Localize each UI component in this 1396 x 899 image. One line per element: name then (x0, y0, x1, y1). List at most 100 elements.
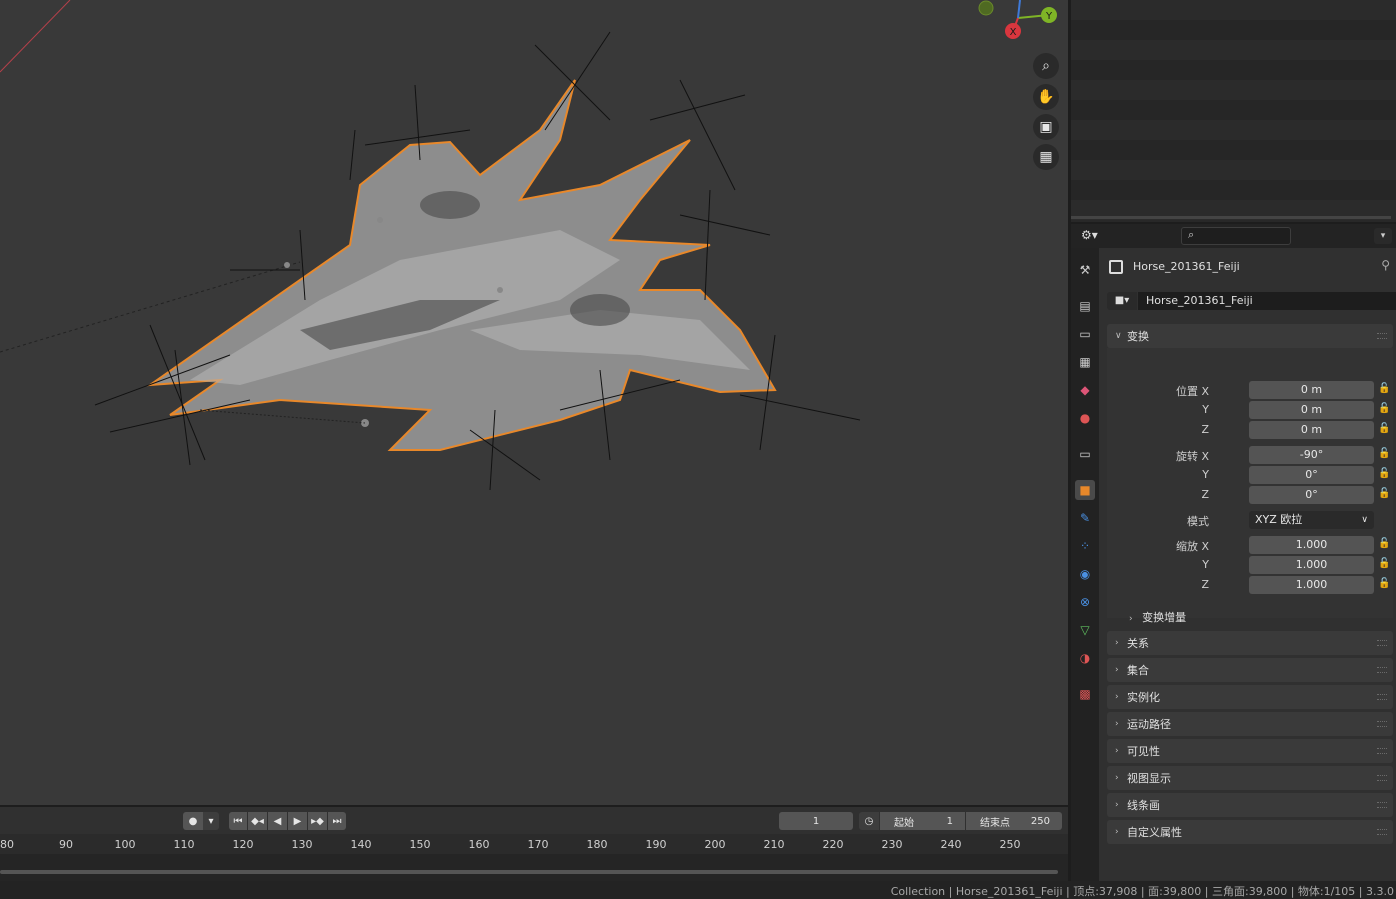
3d-viewport[interactable]: Y X ⌕ ✋ ▣ ▦ (0, 0, 1068, 805)
rotation-mode-label: 模式 (1187, 515, 1209, 528)
gizmo-y-label: Y (1045, 11, 1053, 22)
lock-icon[interactable]: 🔓 (1378, 538, 1392, 552)
stopwatch-icon[interactable]: ◷ (859, 812, 879, 830)
drag-grip-icon[interactable] (1377, 667, 1387, 673)
rotation-z-field[interactable]: 0° (1249, 486, 1374, 504)
scale-x-field[interactable]: 1.000 (1249, 536, 1374, 554)
zoom-in-icon[interactable]: ⌕ (1033, 53, 1059, 79)
current-frame-field[interactable]: 1 (779, 812, 853, 830)
modifier-tab-icon[interactable]: ✎ (1075, 508, 1095, 528)
drag-grip-icon[interactable] (1377, 829, 1387, 835)
output-tab-icon[interactable]: ▭ (1075, 324, 1095, 344)
lock-icon[interactable]: 🔓 (1378, 448, 1392, 462)
drag-grip-icon[interactable] (1377, 775, 1387, 781)
tick-label: 140 (350, 838, 372, 851)
tick-label: 80 (0, 838, 14, 851)
outliner[interactable] (1071, 0, 1396, 222)
collection-tab-icon[interactable]: ▭ (1075, 444, 1095, 464)
chevron-right-icon: › (1115, 719, 1119, 729)
panel-viewport-display[interactable]: › 视图显示 (1107, 766, 1393, 790)
panel-visibility[interactable]: › 可见性 (1107, 739, 1393, 763)
rotation-x-field[interactable]: -90° (1249, 446, 1374, 464)
drag-grip-icon[interactable] (1377, 748, 1387, 754)
tick-label: 130 (291, 838, 313, 851)
play-reverse-icon[interactable]: ◀ (268, 812, 287, 830)
timeline[interactable]: ● ▾ ⏮ ◆◂ ◀ ▶ ▸◆ ⏭ 1 ◷ 起始 1 结束点 250 80 90… (0, 807, 1068, 881)
chevron-down-icon: ∨ (1115, 331, 1122, 341)
location-z-field[interactable]: 0 m (1249, 421, 1374, 439)
particles-tab-icon[interactable]: ⁘ (1075, 536, 1095, 556)
chevron-right-icon: › (1115, 827, 1119, 837)
drag-grip-icon[interactable] (1377, 802, 1387, 808)
transform-panel-header[interactable]: ∨ 变换 (1107, 324, 1393, 348)
search-input[interactable]: ⌕ (1181, 227, 1291, 245)
drag-grip-icon[interactable] (1377, 640, 1387, 646)
material-tab-icon[interactable]: ◑ (1075, 648, 1095, 668)
lock-icon[interactable]: 🔓 (1378, 383, 1392, 397)
chevron-down-icon[interactable]: ▾ (1374, 228, 1392, 244)
object-icon (1109, 260, 1123, 274)
rotation-mode-select[interactable]: XYZ 欧拉 ∨ (1249, 511, 1374, 529)
navigation-gizmo[interactable]: Y X (970, 0, 1060, 50)
render-tab-icon[interactable]: ▤ (1075, 296, 1095, 316)
panel-relations[interactable]: › 关系 (1107, 631, 1393, 655)
next-keyframe-icon[interactable]: ▸◆ (308, 812, 327, 830)
drag-grip-icon[interactable] (1377, 694, 1387, 700)
location-y-field[interactable]: 0 m (1249, 401, 1374, 419)
drag-grip-icon[interactable] (1377, 721, 1387, 727)
object-name: Horse_201361_Feiji (1133, 260, 1240, 273)
location-x-field[interactable]: 0 m (1249, 381, 1374, 399)
drag-grip-icon[interactable] (1377, 333, 1387, 339)
scale-z-label: Z (1201, 578, 1209, 591)
data-tab-icon[interactable]: ▽ (1075, 620, 1095, 640)
chevron-right-icon: › (1115, 665, 1119, 675)
lock-icon[interactable]: 🔓 (1378, 423, 1392, 437)
scale-z-field[interactable]: 1.000 (1249, 576, 1374, 594)
panel-motion-paths[interactable]: › 运动路径 (1107, 712, 1393, 736)
record-icon[interactable]: ● (183, 812, 203, 830)
object-browse-icon[interactable]: ■▾ (1107, 292, 1137, 310)
tool-tab-icon[interactable]: ⚒ (1075, 260, 1095, 280)
start-frame-field[interactable]: 起始 1 (880, 812, 965, 830)
prev-keyframe-icon[interactable]: ◆◂ (248, 812, 267, 830)
tick-label: 250 (999, 838, 1021, 851)
scale-y-field[interactable]: 1.000 (1249, 556, 1374, 574)
object-name-field[interactable]: Horse_201361_Feiji (1138, 292, 1396, 310)
delta-transform-subpanel[interactable]: › 变换增量 (1129, 609, 1186, 625)
lock-icon[interactable]: 🔓 (1378, 558, 1392, 572)
editor-type-icon[interactable]: ⚙▾ (1081, 228, 1111, 244)
panel-line-art[interactable]: › 线条画 (1107, 793, 1393, 817)
lock-icon[interactable]: 🔓 (1378, 403, 1392, 417)
grid-view-icon[interactable]: ▦ (1033, 144, 1059, 170)
panel-custom-properties[interactable]: › 自定义属性 (1107, 820, 1393, 844)
scale-x-label: 缩放 X (1175, 540, 1209, 553)
camera-icon[interactable]: ▣ (1033, 114, 1059, 140)
lock-icon[interactable]: 🔓 (1378, 578, 1392, 592)
jump-end-icon[interactable]: ⏭ (328, 812, 346, 830)
chevron-right-icon: › (1115, 773, 1119, 783)
location-z-label: Z (1201, 423, 1209, 436)
end-frame-field[interactable]: 结束点 250 (966, 812, 1062, 830)
play-icon[interactable]: ▶ (288, 812, 307, 830)
panel-collections[interactable]: › 集合 (1107, 658, 1393, 682)
scene-tab-icon[interactable]: ◆ (1075, 380, 1095, 400)
texture-tab-icon[interactable]: ▩ (1075, 684, 1095, 704)
view-layer-tab-icon[interactable]: ▦ (1075, 352, 1095, 372)
timeline-ruler[interactable]: 80 90 100 110 120 130 140 150 160 170 18… (0, 834, 1068, 854)
object-tab-icon[interactable]: ■ (1075, 480, 1095, 500)
jump-start-icon[interactable]: ⏮ (229, 812, 247, 830)
outliner-scrollbar[interactable] (1071, 216, 1391, 219)
rotation-y-field[interactable]: 0° (1249, 466, 1374, 484)
lock-icon[interactable]: 🔓 (1378, 468, 1392, 482)
lock-icon[interactable]: 🔓 (1378, 488, 1392, 502)
pin-icon[interactable]: ⚲ (1381, 258, 1390, 272)
properties-body: Horse_201361_Feiji ⚲ ■▾ Horse_201361_Fei… (1099, 248, 1396, 881)
chevron-down-icon[interactable]: ▾ (203, 812, 219, 830)
timeline-track[interactable] (0, 854, 1068, 881)
timeline-scrollbar[interactable] (0, 870, 1058, 874)
world-tab-icon[interactable]: ● (1075, 408, 1095, 428)
physics-tab-icon[interactable]: ◉ (1075, 564, 1095, 584)
hand-icon[interactable]: ✋ (1033, 84, 1059, 110)
constraint-tab-icon[interactable]: ⊗ (1075, 592, 1095, 612)
panel-instancing[interactable]: › 实例化 (1107, 685, 1393, 709)
